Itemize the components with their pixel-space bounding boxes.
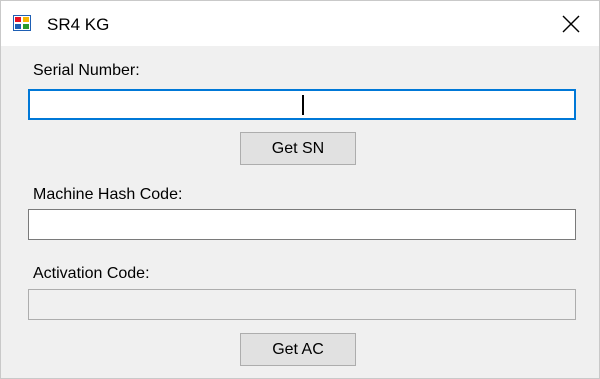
machine-hash-code-label: Machine Hash Code:: [33, 186, 183, 203]
get-sn-button[interactable]: Get SN: [240, 132, 356, 165]
app-window: SR4 KG Serial Number: Get SN Machine Has…: [0, 0, 600, 379]
title-bar[interactable]: SR4 KG: [1, 1, 599, 46]
close-icon: [562, 15, 580, 32]
app-window-icon: [13, 15, 31, 31]
window-title: SR4 KG: [47, 15, 110, 34]
activation-code-field[interactable]: [28, 289, 576, 320]
machine-hash-code-input[interactable]: [28, 209, 576, 240]
serial-number-label: Serial Number:: [33, 62, 140, 79]
close-button[interactable]: [543, 1, 599, 46]
text-caret: [302, 95, 304, 115]
get-ac-button[interactable]: Get AC: [240, 333, 356, 366]
activation-code-label: Activation Code:: [33, 265, 150, 282]
